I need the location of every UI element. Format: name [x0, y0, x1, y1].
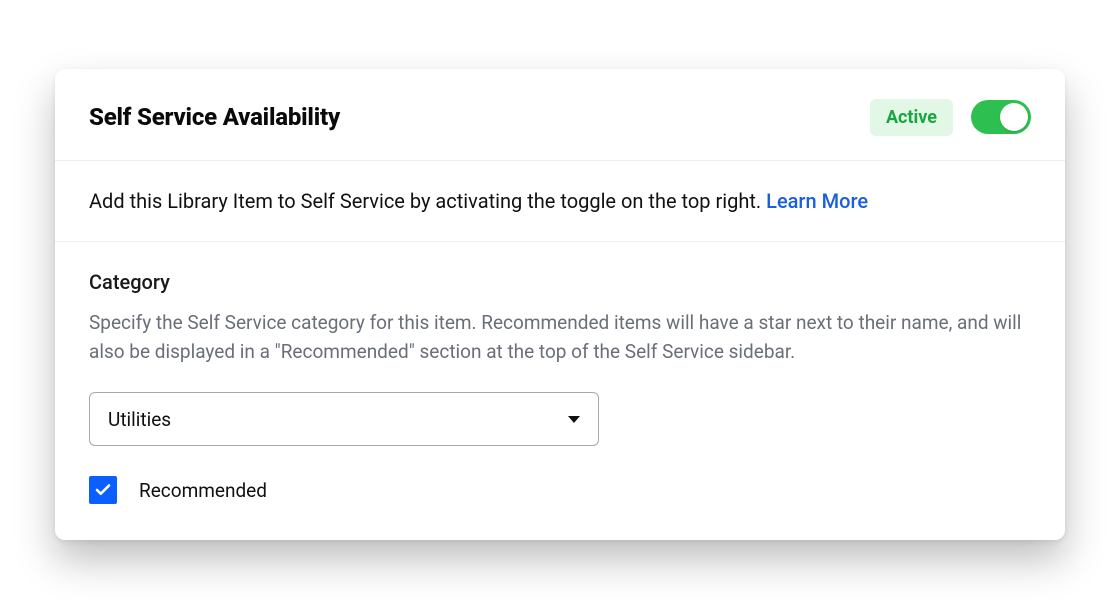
- check-icon: [94, 481, 112, 499]
- category-select-value: Utilities: [108, 408, 171, 431]
- description-row: Add this Library Item to Self Service by…: [55, 161, 1065, 242]
- category-select[interactable]: Utilities: [89, 392, 599, 446]
- status-badge: Active: [870, 99, 953, 136]
- category-section: Category Specify the Self Service catego…: [55, 242, 1065, 541]
- recommended-row: Recommended: [89, 476, 1031, 504]
- toggle-knob: [1000, 103, 1028, 131]
- category-title: Category: [89, 270, 1031, 294]
- description-text: Add this Library Item to Self Service by…: [89, 189, 766, 213]
- availability-toggle[interactable]: [971, 100, 1031, 134]
- learn-more-link[interactable]: Learn More: [766, 189, 868, 213]
- recommended-label: Recommended: [139, 479, 267, 502]
- card-header: Self Service Availability Active: [55, 69, 1065, 161]
- self-service-card: Self Service Availability Active Add thi…: [55, 69, 1065, 541]
- chevron-down-icon: [568, 416, 580, 423]
- card-title: Self Service Availability: [89, 103, 340, 131]
- header-controls: Active: [870, 99, 1031, 136]
- recommended-checkbox[interactable]: [89, 476, 117, 504]
- category-description: Specify the Self Service category for th…: [89, 308, 1031, 367]
